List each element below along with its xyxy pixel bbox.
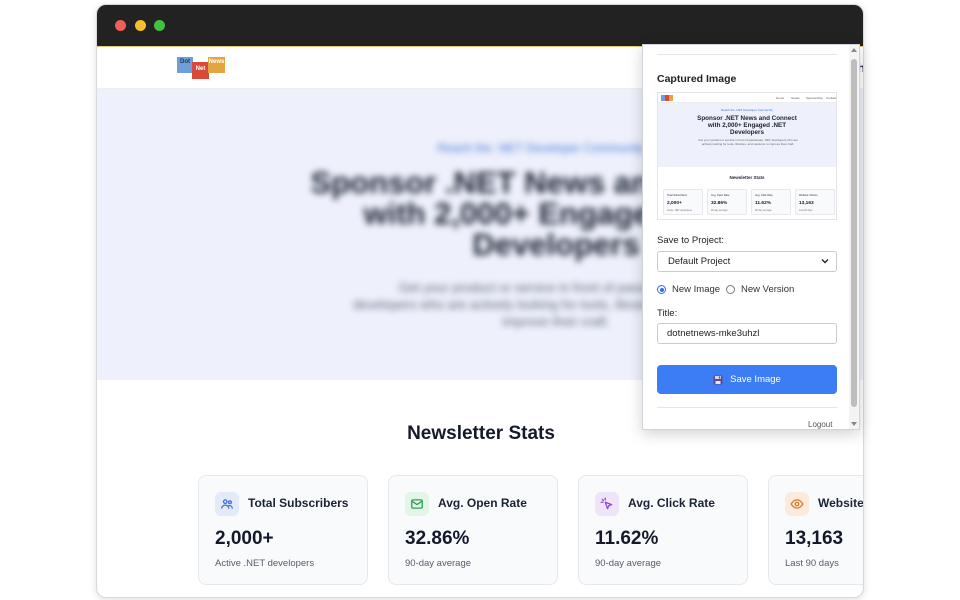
thumbnail-nav-item: Contact	[826, 96, 837, 100]
divider	[657, 407, 837, 408]
thumbnail-stat-label: Total Subscribers	[667, 194, 687, 197]
thumbnail-stats-title: Newsletter Stats	[729, 175, 765, 180]
captured-image-thumbnail: Home Issues Sponsorship Contact Reach th…	[657, 92, 837, 220]
popup-scrollbar[interactable]	[849, 45, 859, 429]
radio-new-version-circle[interactable]	[726, 285, 735, 294]
scroll-down-arrow-icon[interactable]	[851, 422, 857, 426]
stat-value: 11.62%	[595, 528, 659, 549]
radio-new-image-circle[interactable]	[657, 285, 666, 294]
stat-label: Avg. Open Rate	[438, 496, 527, 510]
thumbnail-stat-note: Active .NET developers	[667, 209, 692, 212]
logo-net-block: Net	[192, 62, 209, 79]
thumbnail-stat-label: Avg. Open Rate	[711, 194, 730, 197]
thumbnail-stat-value: 2,000+	[667, 201, 682, 206]
thumbnail-stat-note: 90-day average	[755, 209, 772, 212]
stat-value: 32.86%	[405, 528, 470, 549]
radio-new-image[interactable]: New Image	[657, 284, 720, 295]
dotnetnews-logo[interactable]: Dot Net News	[177, 55, 227, 81]
thumbnail-title-line: Sponsor .NET News and Connect	[697, 115, 797, 122]
chevron-down-icon	[821, 259, 829, 264]
scrollbar-thumb[interactable]	[851, 59, 857, 407]
stat-label: Total Subscribers	[248, 496, 349, 510]
logo-news-block: News	[208, 57, 225, 73]
eye-icon	[785, 492, 809, 516]
minimize-window-button[interactable]	[135, 20, 146, 31]
thumbnail-title: Sponsor .NET News and Connect with 2,000…	[658, 115, 836, 136]
logout-link[interactable]: Logout	[808, 420, 832, 429]
floppy-disk-icon	[713, 375, 723, 384]
stat-label: Avg. Click Rate	[628, 496, 715, 510]
thumbnail-subtitle: Get your product or service in front of …	[698, 138, 798, 146]
stat-note: Active .NET developers	[215, 558, 315, 569]
stat-card-open-rate: Avg. Open Rate 32.86% 90-day average	[388, 475, 558, 585]
title-bar	[97, 5, 863, 46]
thumbnail-nav-item: Home	[776, 96, 785, 100]
title-input[interactable]	[657, 323, 837, 344]
radio-new-version[interactable]: New Version	[726, 284, 794, 295]
stat-card-click-rate: Avg. Click Rate 11.62% 90-day average	[578, 475, 748, 585]
thumbnail-nav-item: Issues	[791, 96, 800, 100]
stat-card-website: Website 13,163 Last 90 days	[768, 475, 864, 585]
stat-card-subscribers: Total Subscribers 2,000+ Active .NET dev…	[198, 475, 368, 585]
thumbnail-stat-label: Avg. Click Rate	[755, 194, 773, 197]
popup-heading: Captured Image	[657, 73, 737, 85]
maximize-window-button[interactable]	[154, 20, 165, 31]
stat-label: Website	[818, 496, 864, 510]
cursor-click-icon	[595, 492, 619, 516]
thumbnail-stat-card: Avg. Open Rate 32.86% 90-day average	[707, 189, 747, 215]
stat-note: 90-day average	[405, 558, 472, 569]
thumbnail-logo	[661, 95, 673, 101]
close-window-button[interactable]	[115, 20, 126, 31]
thumbnail-header: Home Issues Sponsorship Contact	[658, 93, 836, 103]
thumbnail-stat-value: 32.86%	[711, 201, 728, 206]
thumbnail-title-line: with 2,000+ Engaged .NET	[707, 122, 787, 129]
thumbnail-stat-note: Last 90 days	[799, 209, 813, 212]
thumbnail-nav-item: Sponsorship	[806, 96, 823, 100]
thumbnail-stat-note: 90-day average	[711, 209, 728, 212]
thumbnail-stat-value: 11.62%	[755, 201, 772, 206]
stat-note: Last 90 days	[785, 558, 839, 569]
save-to-project-label: Save to Project:	[657, 235, 725, 246]
stat-value: 13,163	[785, 528, 844, 549]
thumbnail-title-line: Developers	[730, 129, 764, 136]
thumbnail-stat-card: Website Visitors 13,163 Last 90 days	[795, 189, 835, 215]
mail-icon	[405, 492, 429, 516]
divider	[657, 54, 837, 55]
users-icon	[215, 492, 239, 516]
radio-new-image-label: New Image	[672, 284, 721, 295]
thumbnail-stat-card: Avg. Click Rate 11.62% 90-day average	[751, 189, 791, 215]
radio-new-version-label: New Version	[741, 284, 795, 295]
thumbnail-kicker: Reach the .NET Developer Community	[721, 108, 773, 112]
save-image-button[interactable]: Save Image	[657, 365, 837, 394]
title-label: Title:	[657, 308, 678, 319]
thumbnail-stat-label: Website Visitors	[799, 194, 818, 197]
stat-value: 2,000+	[215, 528, 274, 549]
logo-dot-block: Dot	[177, 57, 193, 73]
thumbnail-stat-value: 13,163	[799, 201, 814, 206]
capture-extension-popup: Captured Image Home Issues Sponsorship C…	[642, 44, 860, 430]
scroll-up-arrow-icon[interactable]	[851, 48, 857, 52]
save-image-label: Save Image	[730, 374, 781, 385]
project-select-value: Default Project	[668, 256, 731, 267]
stat-note: 90-day average	[595, 558, 662, 569]
project-select[interactable]: Default Project	[657, 251, 837, 272]
thumbnail-stat-card: Total Subscribers 2,000+ Active .NET dev…	[663, 189, 703, 215]
